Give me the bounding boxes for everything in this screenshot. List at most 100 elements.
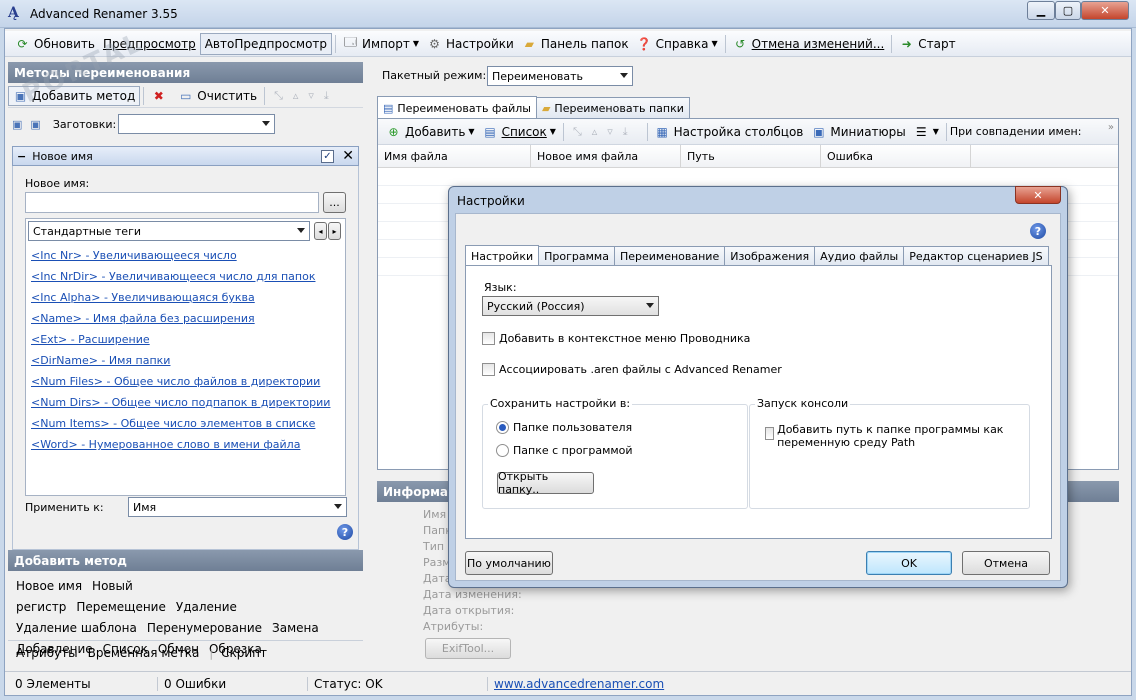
website-link[interactable]: www.advancedrenamer.com (488, 677, 664, 691)
save-preset-icon[interactable]: ▣ (30, 118, 40, 131)
collapse-icon[interactable]: − (17, 150, 26, 163)
tab-settings[interactable]: Настройки (465, 245, 540, 266)
next-tag-group-button[interactable]: ▸ (328, 222, 341, 240)
cancel-button[interactable]: Отмена (962, 551, 1050, 575)
method-new-name[interactable]: Новое имя (16, 579, 82, 593)
thumbnails-button[interactable]: ▣ Миниатюры (807, 121, 909, 143)
tab-rename-files[interactable]: ▤ Переименовать файлы (377, 96, 537, 119)
method-replace[interactable]: Замена (272, 621, 319, 635)
tab-images-label: Изображения (730, 249, 810, 263)
apply-to-combo[interactable]: Имя (128, 497, 347, 517)
tag-link[interactable]: <DirName> - Имя папки (31, 350, 330, 371)
file-icon: ▤ (383, 101, 394, 115)
tag-link[interactable]: <Inc NrDir> - Увеличивающееся число для … (31, 266, 330, 287)
clear-label: Очистить (197, 88, 258, 103)
tab-rename-folders[interactable]: ▰ Переименовать папки (535, 97, 690, 118)
context-menu-option[interactable]: Добавить в контекстное меню Проводника (482, 332, 750, 345)
exiftool-button[interactable]: ExifTool... (425, 638, 511, 659)
associate-option[interactable]: Ассоциировать .aren файлы с Advanced Ren… (482, 363, 782, 376)
tab-js-editor[interactable]: Редактор сценариев JS (903, 246, 1049, 265)
columns-label: Настройка столбцов (673, 124, 804, 139)
close-button[interactable]: ✕ (1081, 1, 1129, 20)
chevron-down-icon: ▼ (932, 127, 939, 136)
autopreview-toggle[interactable]: АвтоПредпросмотр (199, 32, 333, 55)
radio-program-folder-option[interactable]: Папке с программой (496, 444, 633, 457)
column-filename[interactable]: Имя файла (378, 145, 531, 167)
tab-images[interactable]: Изображения (724, 246, 816, 265)
close-method-icon[interactable]: ✕ (342, 148, 354, 164)
method-timestamp[interactable]: Временная метка (88, 646, 200, 660)
apply-to-value: Имя (133, 500, 157, 514)
presets-combo[interactable] (118, 114, 276, 134)
default-button[interactable]: По умолчанию (465, 551, 553, 575)
console-path-checkbox[interactable] (765, 427, 775, 440)
method-card-header[interactable]: − Новое имя ✓ ✕ (12, 146, 359, 166)
method-remove[interactable]: Удаление (176, 600, 237, 614)
import-button[interactable]: 🗔 Импорт ▼ (339, 33, 423, 55)
toolbar-separator (646, 122, 648, 141)
tags-list: <Inc Nr> - Увеличивающееся число <Inc Nr… (31, 245, 330, 455)
tag-link[interactable]: <Num Dirs> - Общее число подпапок в дире… (31, 392, 330, 413)
column-new-filename[interactable]: Новое имя файла (531, 145, 681, 167)
tag-link[interactable]: <Inc Nr> - Увеличивающееся число (31, 245, 330, 266)
radio-program-folder[interactable] (496, 444, 509, 457)
autopreview-label: АвтоПредпросмотр (204, 36, 328, 51)
clear-button[interactable]: ▭ Очистить (174, 85, 261, 107)
start-button[interactable]: ➜ Старт (895, 33, 959, 55)
list-button[interactable]: ▤ Список ▼ (479, 121, 560, 143)
browse-tags-button[interactable]: ... (323, 192, 346, 213)
radio-user-folder[interactable] (496, 421, 509, 434)
browse-tags-label: ... (329, 196, 340, 209)
dialog-close-button[interactable]: ✕ (1015, 186, 1061, 204)
tab-audio[interactable]: Аудио файлы (814, 246, 905, 265)
overflow-chevron-icon[interactable]: » (1108, 122, 1114, 133)
column-error[interactable]: Ошибка (821, 145, 971, 167)
tag-link[interactable]: <Num Items> - Общее число элементов в сп… (31, 413, 330, 434)
open-folder-button[interactable]: Открыть папку.. (497, 470, 594, 496)
help-button[interactable]: ❓ Справка ▼ (633, 33, 722, 55)
dialog-client: ? Настройки Программа Переименование Изо… (455, 213, 1061, 581)
radio-user-folder-option[interactable]: Папке пользователя (496, 421, 632, 434)
tab-program[interactable]: Программа (538, 246, 615, 265)
help-icon: ❓ (636, 36, 652, 51)
method-help-icon[interactable]: ? (337, 524, 353, 540)
method-enabled-checkbox[interactable]: ✓ (321, 150, 334, 163)
new-name-input[interactable] (25, 192, 319, 213)
tab-js-editor-label: Редактор сценариев JS (909, 249, 1043, 263)
method-attributes[interactable]: Атрибуты (16, 646, 78, 660)
console-path-option[interactable]: Добавить путь к папке программы как пере… (765, 423, 1015, 449)
tag-link[interactable]: <Inc Alpha> - Увеличивающаяся буква (31, 287, 330, 308)
open-folder-label: Открыть папку.. (498, 470, 549, 496)
associate-checkbox[interactable] (482, 363, 495, 376)
console-path-label: Добавить путь к папке программы как пере… (777, 423, 1004, 449)
tag-link[interactable]: <Num Files> - Общее число файлов в дирек… (31, 371, 330, 392)
language-combo[interactable]: Русский (Россия) (482, 296, 659, 316)
column-path[interactable]: Путь (681, 145, 821, 167)
prev-tag-group-button[interactable]: ◂ (314, 222, 327, 240)
ok-button[interactable]: OK (866, 551, 952, 575)
context-menu-checkbox[interactable] (482, 332, 495, 345)
tag-link[interactable]: <Word> - Нумерованное слово в имени файл… (31, 434, 330, 455)
add-files-button[interactable]: ⊕ Добавить ▼ (382, 121, 479, 143)
maximize-button[interactable]: ▢ (1055, 1, 1081, 20)
settings-button[interactable]: ⚙ Настройки (423, 33, 518, 55)
folder-panel-button[interactable]: ▰ Панель папок (518, 33, 633, 55)
minimize-button[interactable]: ▁ (1027, 1, 1055, 20)
method-move[interactable]: Перемещение (76, 600, 166, 614)
undo-button[interactable]: ↺ Отмена изменений... (729, 33, 889, 55)
file-list-toolbar: ⊕ Добавить ▼ ▤ Список ▼ ⤡▵▿⤓ ▦ Настройка стол… (378, 119, 1118, 145)
method-renumber[interactable]: Перенумерование (147, 621, 262, 635)
method-remove-pattern[interactable]: Удаление шаблона (16, 621, 137, 635)
load-preset-icon[interactable]: ▣ (12, 118, 22, 131)
view-button[interactable]: ☰ ▼ (910, 121, 943, 143)
tags-combo[interactable]: Стандартные теги (28, 221, 310, 241)
tag-link[interactable]: <Ext> - Расширение (31, 329, 330, 350)
tab-renaming[interactable]: Переименование (613, 246, 726, 265)
dialog-help-icon[interactable]: ? (1030, 223, 1046, 239)
remove-method-button[interactable]: ✖ (147, 85, 174, 107)
method-script[interactable]: Скрипт (221, 646, 267, 660)
batch-mode-combo[interactable]: Переименовать (487, 66, 633, 86)
columns-button[interactable]: ▦ Настройка столбцов (651, 121, 808, 143)
tag-link[interactable]: <Name> - Имя файла без расширения (31, 308, 330, 329)
presets-row: ▣ ▣ Заготовки: (8, 112, 363, 136)
